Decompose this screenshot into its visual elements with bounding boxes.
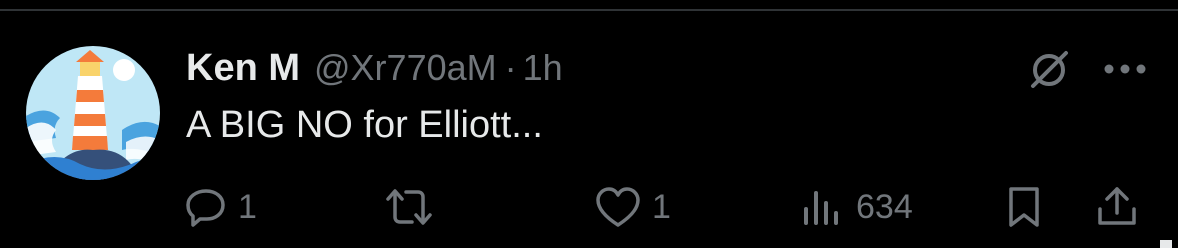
- tweet-card[interactable]: Ken M @Xr770aM · 1h A BIG NO for Elliott…: [0, 0, 1178, 248]
- share-button[interactable]: [1094, 180, 1140, 234]
- like-button[interactable]: 1: [594, 180, 671, 234]
- like-count: 1: [652, 187, 671, 226]
- reply-count: 1: [238, 187, 257, 226]
- separator-dot: ·: [504, 47, 517, 88]
- retweet-icon: [386, 189, 432, 225]
- top-divider: [0, 9, 1178, 11]
- avatar[interactable]: [26, 46, 160, 180]
- lighthouse-avatar-icon: [26, 46, 160, 180]
- views-icon: [804, 191, 838, 225]
- views-button[interactable]: 634: [798, 180, 913, 234]
- more-options-button[interactable]: [1098, 46, 1152, 92]
- tweet-header: Ken M @Xr770aM · 1h: [186, 44, 563, 92]
- author-handle[interactable]: @Xr770aM: [314, 47, 497, 89]
- views-count: 634: [856, 187, 913, 226]
- more-dots-icon: [1104, 64, 1146, 74]
- grok-icon: [1031, 51, 1068, 88]
- grok-button[interactable]: [1022, 42, 1076, 96]
- reply-icon: [186, 189, 225, 227]
- scroll-indicator: [1160, 240, 1172, 248]
- author-name[interactable]: Ken M: [186, 47, 300, 90]
- retweet-button[interactable]: [384, 180, 444, 234]
- bookmark-button[interactable]: [1002, 180, 1046, 234]
- reply-button[interactable]: 1: [184, 180, 257, 234]
- heart-icon: [596, 187, 640, 227]
- bookmark-icon: [1009, 187, 1039, 227]
- share-icon: [1098, 187, 1136, 225]
- timestamp[interactable]: 1h: [523, 47, 563, 89]
- tweet-text: A BIG NO for Elliott...: [186, 104, 543, 146]
